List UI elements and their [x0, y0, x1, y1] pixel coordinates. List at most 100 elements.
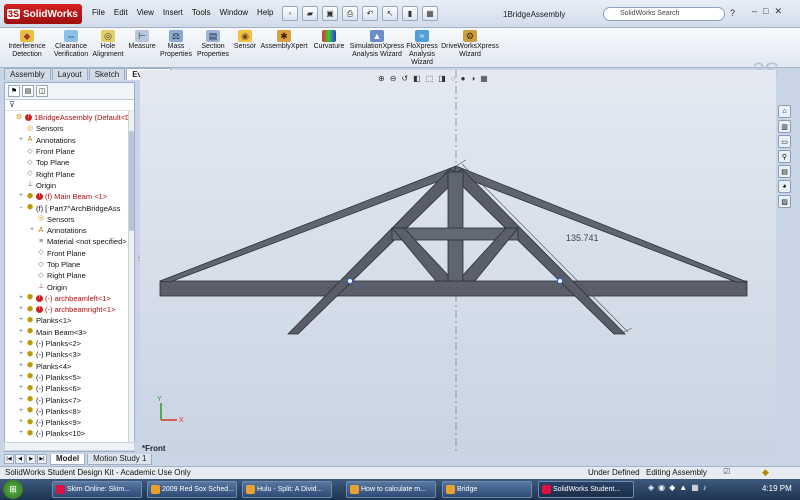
- menu-help[interactable]: Help: [257, 8, 273, 17]
- volume-icon[interactable]: ♪: [703, 483, 707, 492]
- first-tab-icon[interactable]: |◀: [4, 454, 14, 464]
- main-beam[interactable]: [159, 280, 748, 297]
- menu-edit[interactable]: Edit: [114, 8, 128, 17]
- file-explorer-icon[interactable]: ▭: [778, 135, 791, 148]
- mate-point-right[interactable]: [557, 278, 563, 284]
- menu-view[interactable]: View: [137, 8, 154, 17]
- rebuild-icon[interactable]: ▮: [402, 6, 418, 21]
- tree-node[interactable]: ⊥ Origin: [5, 180, 134, 191]
- tree-node[interactable]: + ⬢ Planks<1>: [5, 315, 134, 326]
- tree-node[interactable]: + ⬢! (-) archbeamleft<1>: [5, 293, 134, 304]
- measure-button[interactable]: ⊢ Measure: [127, 30, 157, 51]
- search-input[interactable]: SolidWorks Search: [603, 7, 725, 21]
- previous-view-icon[interactable]: ↺: [401, 74, 408, 83]
- assemblyxpert-button[interactable]: ✱ AssemblyXpert: [259, 30, 309, 51]
- tree-node[interactable]: + ⬢! (f) Main Beam <1>: [5, 191, 134, 202]
- tree-horizontal-scrollbar[interactable]: [4, 442, 135, 451]
- driveworksxpress-button[interactable]: ⚙ DriveWorksXpress Wizard: [440, 30, 500, 59]
- tray-icon[interactable]: ◆: [669, 483, 675, 492]
- tree-node[interactable]: + ⬢ (-) Planks<8>: [5, 406, 134, 417]
- expand-toggle-icon[interactable]: +: [18, 338, 24, 349]
- tree-node[interactable]: + ⬢ (-) Planks<9>: [5, 417, 134, 428]
- start-button[interactable]: ⊞: [3, 480, 23, 499]
- tree-node[interactable]: ◇ Right Plane: [5, 270, 134, 281]
- scroll-thumb[interactable]: [129, 131, 134, 231]
- king-post[interactable]: [447, 171, 464, 282]
- tab-layout[interactable]: Layout: [51, 68, 88, 80]
- top-chord-left[interactable]: [159, 165, 459, 283]
- zoom-fit-icon[interactable]: ⊕: [378, 74, 385, 83]
- expand-toggle-icon[interactable]: +: [18, 383, 24, 394]
- open-folder-icon[interactable]: ▰: [302, 6, 318, 21]
- clearance-verification-button[interactable]: ⇔ Clearance Verification: [52, 30, 90, 59]
- expand-toggle-icon[interactable]: +: [18, 304, 24, 315]
- tab-motion-study[interactable]: Motion Study 1: [87, 454, 153, 465]
- display-style-icon[interactable]: ◨: [438, 74, 446, 83]
- tree-node[interactable]: + ⬢ (-) Planks<3>: [5, 349, 134, 360]
- taskbar-item[interactable]: 2009 Red Sox Sched...: [147, 481, 237, 498]
- mate-point-left[interactable]: [347, 278, 353, 284]
- expand-toggle-icon[interactable]: +: [18, 349, 24, 360]
- configuration-tab-icon[interactable]: ◫: [36, 85, 48, 97]
- archbeam-left[interactable]: [287, 168, 461, 335]
- solidworks-logo[interactable]: 3S SolidWorks: [4, 4, 82, 24]
- help-tooltip-icon[interactable]: ◆: [762, 467, 769, 478]
- close-button[interactable]: ✕: [774, 6, 782, 17]
- new-document-icon[interactable]: ▫: [282, 6, 298, 21]
- tree-node[interactable]: ⊥ Origin: [5, 281, 134, 292]
- network-icon[interactable]: ▦: [691, 483, 699, 492]
- tree-node[interactable]: ◇ Top Plane: [5, 259, 134, 270]
- expand-toggle-icon[interactable]: +: [18, 135, 24, 146]
- save-icon[interactable]: ▣: [322, 6, 338, 21]
- zoom-area-icon[interactable]: ⊖: [390, 74, 397, 83]
- tree-node[interactable]: + ⬢ (-) Planks<10>: [5, 428, 134, 439]
- mass-properties-button[interactable]: ⚖ Mass Properties: [158, 30, 194, 59]
- tree-node[interactable]: ◇ Front Plane: [5, 146, 134, 157]
- undo-icon[interactable]: ↶: [362, 6, 378, 21]
- resources-icon[interactable]: ⌂: [778, 105, 791, 118]
- tree-node[interactable]: ◎ Sensors: [5, 214, 134, 225]
- options-icon[interactable]: ▦: [422, 6, 438, 21]
- menu-file[interactable]: File: [92, 8, 105, 17]
- menu-insert[interactable]: Insert: [163, 8, 183, 17]
- tree-node[interactable]: + ⬢ Planks<4>: [5, 361, 134, 372]
- tree-node[interactable]: ≡ Material <not specified>: [5, 236, 134, 247]
- expand-toggle-icon[interactable]: +: [18, 361, 24, 372]
- graphics-viewport[interactable]: 135.741 Y X: [140, 70, 776, 454]
- menu-tools[interactable]: Tools: [192, 8, 211, 17]
- dimension-label[interactable]: 135.741: [566, 233, 599, 243]
- section-properties-button[interactable]: ▤ Section Properties: [194, 30, 232, 59]
- taskbar-item[interactable]: How to calculate m...: [346, 481, 436, 498]
- tray-icon[interactable]: ◈: [648, 483, 654, 492]
- expand-toggle-icon[interactable]: +: [18, 327, 24, 338]
- tab-assembly[interactable]: Assembly: [4, 68, 51, 80]
- expand-toggle-icon[interactable]: +: [18, 428, 24, 439]
- expand-toggle-icon[interactable]: +: [18, 372, 24, 383]
- appearances-icon[interactable]: ◕: [778, 180, 791, 193]
- taskbar-item[interactable]: Skim Online: Skim...: [52, 481, 142, 498]
- interference-detection-button[interactable]: ◆ Interference Detection: [4, 30, 50, 59]
- expand-toggle-icon[interactable]: +: [29, 225, 35, 236]
- custom-properties-icon[interactable]: ▨: [778, 195, 791, 208]
- top-chord-right[interactable]: [453, 165, 748, 283]
- minimize-button[interactable]: –: [752, 6, 757, 17]
- property-manager-tab-icon[interactable]: ▤: [22, 85, 34, 97]
- menu-window[interactable]: Window: [220, 8, 248, 17]
- restore-button[interactable]: □: [763, 6, 768, 17]
- expand-toggle-icon[interactable]: +: [18, 293, 24, 304]
- tree-node[interactable]: + A Annotations: [5, 135, 134, 146]
- hide-show-icon[interactable]: ◌: [451, 74, 456, 83]
- sensor-button[interactable]: ◉ Sensor: [232, 30, 258, 51]
- tab-model[interactable]: Model: [50, 454, 86, 465]
- prev-tab-icon[interactable]: ◀: [15, 454, 25, 464]
- taskbar-item-solidworks[interactable]: SolidWorks Student...: [538, 481, 634, 498]
- floxpress-button[interactable]: ≈ FloXpress Analysis Wizard: [404, 30, 440, 67]
- next-tab-icon[interactable]: ▶: [26, 454, 36, 464]
- expand-toggle-icon[interactable]: +: [18, 395, 24, 406]
- taskbar-item[interactable]: Hulu - Split: A Divid...: [242, 481, 332, 498]
- taskbar-item[interactable]: Bridge: [442, 481, 532, 498]
- tree-node[interactable]: ◎ Sensors: [5, 123, 134, 134]
- tab-sketch[interactable]: Sketch: [88, 68, 126, 80]
- tray-icon[interactable]: ◉: [658, 483, 665, 492]
- expand-toggle-icon[interactable]: +: [18, 406, 24, 417]
